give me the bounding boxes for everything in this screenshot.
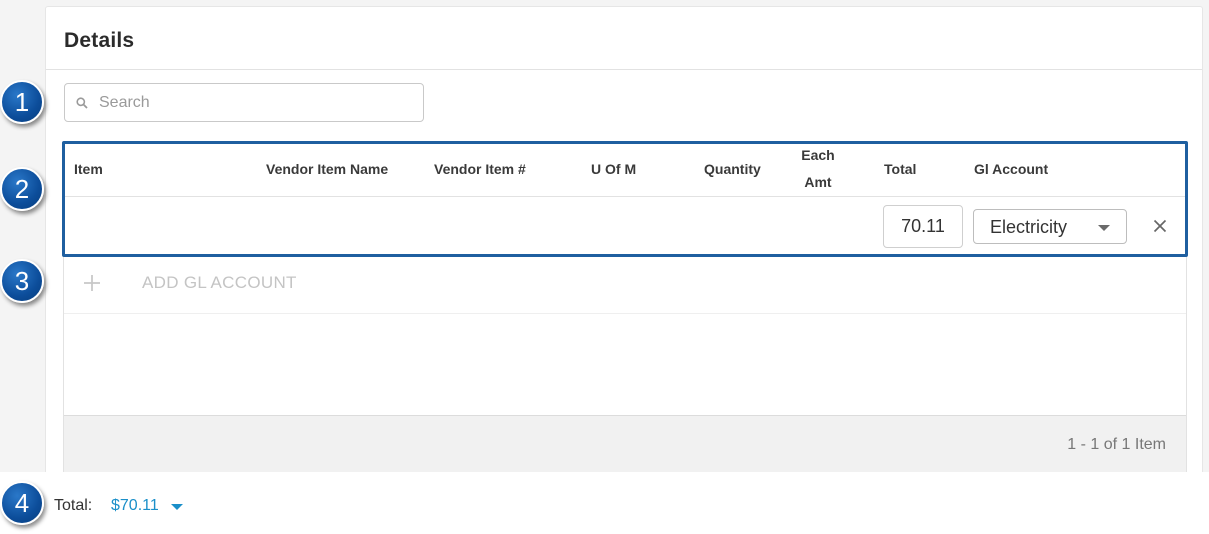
gl-account-dropdown[interactable]: Electricity: [973, 209, 1127, 244]
col-gl-account[interactable]: Gl Account: [974, 141, 1048, 197]
callout-badge-4: 4: [0, 481, 44, 525]
plus-icon: [84, 275, 100, 291]
callout-badge-3: 3: [0, 259, 44, 303]
col-each-amt[interactable]: Each Amt: [793, 141, 843, 197]
total-amount-input[interactable]: 70.11: [883, 205, 963, 248]
pager-info: 1 - 1 of 1 Item: [1067, 436, 1166, 453]
search-box[interactable]: [64, 83, 424, 122]
details-card: Details Item Vendor Item Name Vendor Ite…: [45, 6, 1203, 473]
card-header: Details: [46, 7, 1202, 70]
col-vendor-item-name[interactable]: Vendor Item Name: [266, 141, 388, 197]
search-icon: [76, 97, 88, 109]
grid-header: Item Vendor Item Name Vendor Item # U Of…: [64, 141, 1186, 197]
add-gl-account-button[interactable]: ADD GL ACCOUNT: [64, 257, 1186, 314]
callout-badge-1: 1: [0, 80, 44, 124]
callout-badge-2: 2: [0, 167, 44, 211]
col-quantity[interactable]: Quantity: [704, 141, 761, 197]
grid-footer: 1 - 1 of 1 Item: [64, 415, 1186, 473]
col-total[interactable]: Total: [884, 141, 916, 197]
summary-bar: Total: $70.11: [0, 472, 1209, 534]
col-each-amt-line2: Amt: [804, 174, 832, 190]
col-item[interactable]: Item: [74, 141, 103, 197]
chevron-down-icon: [1098, 225, 1110, 231]
total-label: Total:: [54, 497, 93, 514]
page-title: Details: [64, 29, 135, 52]
add-gl-account-label: ADD GL ACCOUNT: [142, 273, 297, 292]
total-value-link[interactable]: $70.11: [111, 497, 159, 515]
col-vendor-item-number[interactable]: Vendor Item #: [434, 141, 526, 197]
col-each-amt-line1: Each: [801, 147, 835, 163]
close-icon[interactable]: [1152, 218, 1168, 234]
gl-account-value: Electricity: [990, 217, 1068, 237]
table-row: 70.11 Electricity: [64, 198, 1186, 256]
col-u-of-m[interactable]: U Of M: [591, 141, 636, 197]
chevron-down-icon[interactable]: [171, 504, 183, 510]
search-input[interactable]: [99, 84, 417, 121]
gl-account-grid: Item Vendor Item Name Vendor Item # U Of…: [63, 141, 1187, 473]
